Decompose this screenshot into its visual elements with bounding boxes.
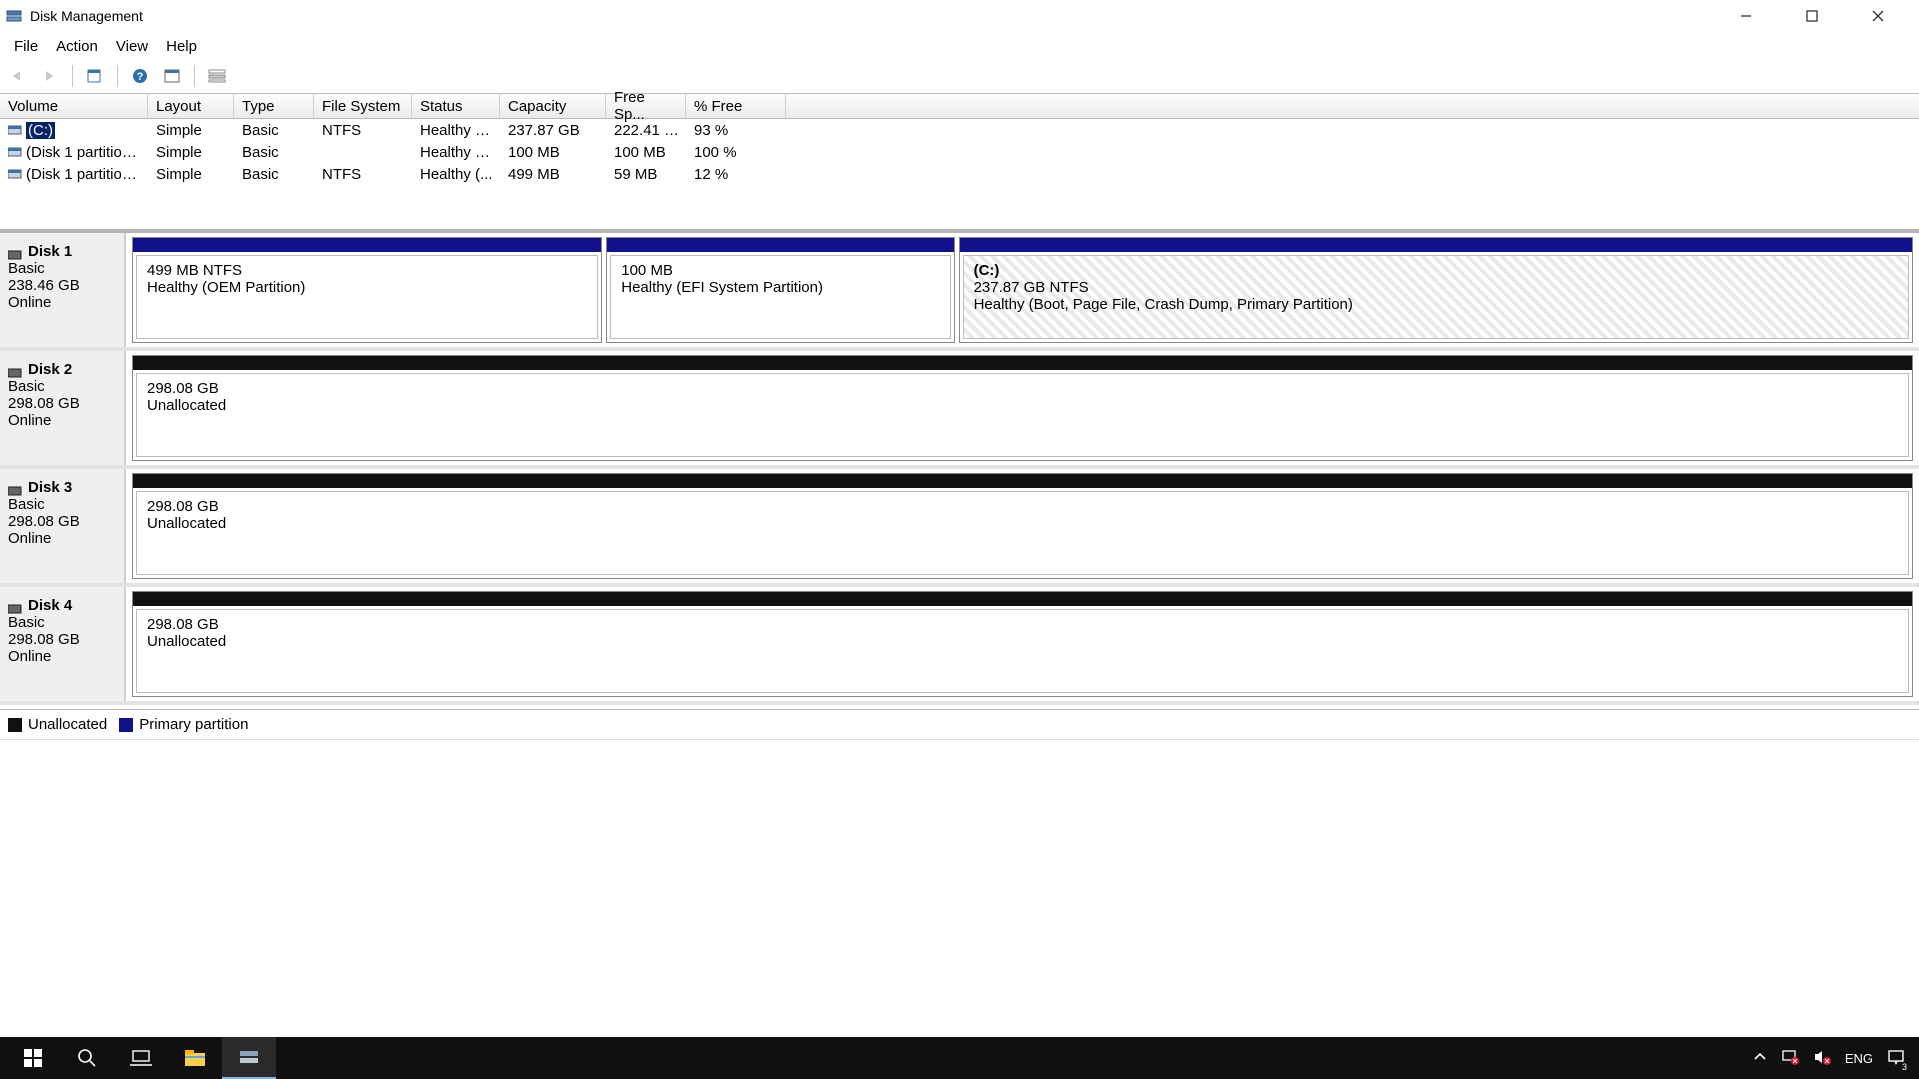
back-button[interactable] — [6, 65, 30, 87]
disk-info[interactable]: Disk 3Basic298.08 GBOnline — [0, 469, 126, 583]
column-status[interactable]: Status — [412, 94, 500, 118]
volume-row[interactable]: (C:)SimpleBasicNTFSHealthy (B...237.87 G… — [0, 119, 1919, 141]
forward-button[interactable] — [38, 65, 62, 87]
file-explorer-icon[interactable] — [168, 1037, 222, 1079]
svg-text:?: ? — [137, 71, 144, 83]
tray-chevron-icon[interactable] — [1753, 1050, 1767, 1067]
menu-action[interactable]: Action — [48, 36, 106, 57]
volume-icon[interactable] — [1813, 1049, 1831, 1068]
task-view-icon[interactable] — [114, 1037, 168, 1079]
disk-info[interactable]: Disk 2Basic298.08 GBOnline — [0, 351, 126, 465]
menu-help[interactable]: Help — [158, 36, 205, 57]
column-layout[interactable]: Layout — [148, 94, 234, 118]
disk-icon — [8, 483, 22, 493]
view-icon[interactable] — [83, 65, 107, 87]
drive-icon — [8, 122, 22, 132]
column-type[interactable]: Type — [234, 94, 314, 118]
disks-panel[interactable]: Disk 1Basic238.46 GBOnline499 MB NTFSHea… — [0, 229, 1919, 709]
disk-row: Disk 3Basic298.08 GBOnline298.08 GBUnall… — [0, 469, 1919, 587]
start-button[interactable] — [6, 1037, 60, 1079]
column-capacity[interactable]: Capacity — [500, 94, 606, 118]
window-title: Disk Management — [30, 8, 143, 24]
disk-info[interactable]: Disk 1Basic238.46 GBOnline — [0, 233, 126, 347]
list-icon[interactable] — [205, 65, 229, 87]
partition[interactable]: 298.08 GBUnallocated — [132, 355, 1913, 461]
legend-unallocated: Unallocated — [8, 716, 107, 733]
disk-management-taskbar-icon[interactable] — [222, 1037, 276, 1079]
menu-view[interactable]: View — [108, 36, 156, 57]
disk-row: Disk 2Basic298.08 GBOnline298.08 GBUnall… — [0, 351, 1919, 469]
drive-icon — [8, 166, 22, 176]
statusbar — [0, 739, 1919, 753]
search-icon[interactable] — [60, 1037, 114, 1079]
settings-icon[interactable] — [160, 65, 184, 87]
notifications-icon[interactable]: 3 — [1887, 1048, 1905, 1069]
disk-icon — [8, 247, 22, 257]
help-icon[interactable]: ? — [128, 65, 152, 87]
disk-row: Disk 1Basic238.46 GBOnline499 MB NTFSHea… — [0, 233, 1919, 351]
volume-row[interactable]: (Disk 1 partition 2)SimpleBasicNTFSHealt… — [0, 163, 1919, 185]
partition[interactable]: 499 MB NTFSHealthy (OEM Partition) — [132, 237, 602, 343]
toolbar: ? — [0, 63, 1919, 93]
close-button[interactable] — [1855, 2, 1901, 30]
partition[interactable]: 298.08 GBUnallocated — [132, 591, 1913, 697]
disk-management-icon — [6, 8, 22, 24]
taskbar: ENG 3 — [0, 1037, 1919, 1079]
drive-icon — [8, 144, 22, 154]
system-tray: ENG 3 — [1753, 1048, 1913, 1069]
volume-list[interactable]: (C:)SimpleBasicNTFSHealthy (B...237.87 G… — [0, 119, 1919, 229]
network-icon[interactable] — [1781, 1049, 1799, 1068]
column-free-space[interactable]: Free Sp... — [606, 94, 686, 118]
language-indicator[interactable]: ENG — [1845, 1051, 1873, 1066]
column-file-system[interactable]: File System — [314, 94, 412, 118]
disk-info[interactable]: Disk 4Basic298.08 GBOnline — [0, 587, 126, 701]
maximize-button[interactable] — [1789, 2, 1835, 30]
legend-primary-partition: Primary partition — [119, 716, 248, 733]
column-volume[interactable]: Volume — [0, 94, 148, 118]
legend: Unallocated Primary partition — [0, 709, 1919, 739]
volume-row[interactable]: (Disk 1 partition 1)SimpleBasicHealthy (… — [0, 141, 1919, 163]
menubar: File Action View Help — [0, 32, 1919, 63]
column-percent-free[interactable]: % Free — [686, 94, 786, 118]
partition[interactable]: (C:)237.87 GB NTFSHealthy (Boot, Page Fi… — [959, 237, 1913, 343]
disk-icon — [8, 365, 22, 375]
minimize-button[interactable] — [1723, 2, 1769, 30]
titlebar: Disk Management — [0, 0, 1919, 32]
volume-header-row: Volume Layout Type File System Status Ca… — [0, 93, 1919, 119]
partition[interactable]: 298.08 GBUnallocated — [132, 473, 1913, 579]
disk-row: Disk 4Basic298.08 GBOnline298.08 GBUnall… — [0, 587, 1919, 705]
partition[interactable]: 100 MBHealthy (EFI System Partition) — [606, 237, 954, 343]
menu-file[interactable]: File — [6, 36, 46, 57]
disk-icon — [8, 601, 22, 611]
